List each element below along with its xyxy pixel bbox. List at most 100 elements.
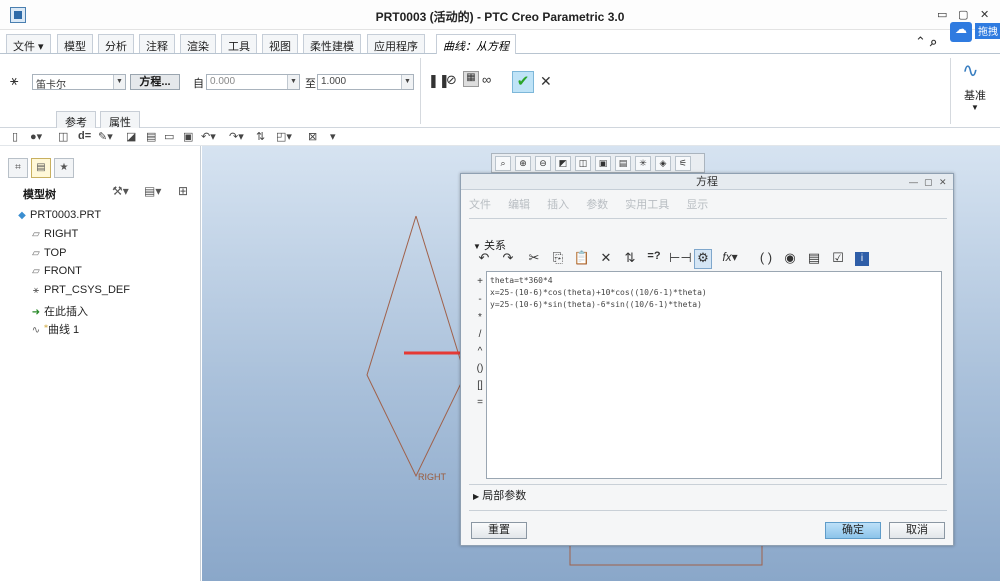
tools-icon[interactable]: ⚒▾ bbox=[112, 184, 129, 198]
favorites-tab[interactable]: ★ bbox=[54, 158, 74, 178]
box-icon[interactable]: ◫ bbox=[58, 130, 68, 143]
menu-parameters[interactable]: 参数 bbox=[586, 199, 608, 211]
dimension-icon[interactable]: d= bbox=[78, 130, 91, 142]
grid-icon[interactable]: ▤ bbox=[146, 130, 156, 143]
equation-button[interactable]: 方程... bbox=[130, 74, 180, 90]
dialog-close-button[interactable]: ✕ bbox=[939, 174, 947, 190]
copy-icon[interactable]: ⎘ bbox=[549, 250, 567, 266]
datum-label[interactable]: 基准 bbox=[964, 87, 986, 103]
local-params-section-header[interactable]: ▶ 局部参数 bbox=[473, 487, 526, 503]
coordinate-system-select[interactable]: 笛卡尔 ▼ bbox=[32, 74, 126, 91]
dialog-maximize-button[interactable]: ▢ bbox=[924, 174, 933, 190]
menu-show[interactable]: 显示 bbox=[686, 199, 708, 211]
operator-brackets[interactable]: [] bbox=[473, 380, 487, 391]
minimize-button[interactable]: ▭ bbox=[937, 8, 947, 21]
tree-item-csys[interactable]: ⚹ PRT_CSYS_DEF bbox=[28, 284, 130, 300]
checklist-icon[interactable]: ☑ bbox=[829, 250, 847, 266]
glasses-icon[interactable]: ∞ bbox=[482, 72, 491, 87]
cancel-button[interactable]: 取消 bbox=[889, 522, 945, 539]
save-icon[interactable]: ▣ bbox=[183, 130, 193, 143]
dialog-title-bar[interactable]: 方程 — ▢ ✕ bbox=[461, 174, 953, 190]
menu-file[interactable]: 文件 bbox=[469, 199, 491, 211]
tab-annotate[interactable]: 注释 bbox=[139, 34, 175, 53]
verify-icon[interactable]: ▦ bbox=[463, 71, 479, 87]
tab-curve-from-equation[interactable]: 曲线：从方程 bbox=[436, 34, 516, 55]
saved-views-icon[interactable]: ▣ bbox=[595, 156, 611, 171]
subtab-properties[interactable]: 属性 bbox=[100, 111, 140, 129]
function-icon[interactable]: fx▾ bbox=[721, 250, 739, 264]
tab-file[interactable]: 文件 ▾ bbox=[6, 34, 51, 53]
tab-applications[interactable]: 应用程序 bbox=[367, 34, 425, 53]
repaint-icon[interactable]: ◩ bbox=[555, 156, 571, 171]
open-icon[interactable]: ▭ bbox=[164, 130, 174, 143]
ok-button[interactable]: 确定 bbox=[825, 522, 881, 539]
tree-item-right[interactable]: ▱ RIGHT bbox=[28, 228, 78, 244]
table-icon[interactable]: ▤ bbox=[805, 250, 823, 266]
operator-plus[interactable]: + bbox=[473, 276, 487, 287]
new-file-icon[interactable]: ▯ bbox=[12, 130, 18, 143]
units-icon[interactable]: ⊢⊣ bbox=[669, 250, 692, 266]
refit-icon[interactable]: ⌕ bbox=[495, 156, 511, 171]
redo-icon[interactable]: ↷ bbox=[499, 250, 517, 266]
operator-power[interactable]: ^ bbox=[473, 346, 487, 357]
undo-icon[interactable]: ↶ bbox=[475, 250, 493, 266]
filter-icon[interactable]: ⊞ bbox=[178, 184, 188, 198]
reset-button[interactable]: 重置 bbox=[471, 522, 527, 539]
zoom-out-icon[interactable]: ⊖ bbox=[535, 156, 551, 171]
menu-utilities[interactable]: 实用工具 bbox=[625, 199, 669, 211]
paste-icon[interactable]: 📋 bbox=[573, 250, 591, 266]
evaluate-icon[interactable]: =? bbox=[645, 250, 663, 262]
restore-button[interactable]: ▢ bbox=[958, 8, 968, 21]
to-value-input[interactable]: 1.000 ▼ bbox=[317, 74, 414, 90]
relations-editor[interactable]: theta=t*360*4 x=25-(10-6)*cos(theta)+10*… bbox=[486, 271, 942, 479]
datum-curve-icon[interactable]: ∿ bbox=[962, 58, 979, 83]
appearance-icon[interactable]: ●▾ bbox=[30, 130, 42, 143]
tree-item-part[interactable]: ◆ PRT0003.PRT bbox=[14, 209, 101, 225]
undo-icon[interactable]: ↶▾ bbox=[201, 130, 216, 143]
view-manager-icon[interactable]: ▤ bbox=[615, 156, 631, 171]
regenerate-icon[interactable]: ⇅ bbox=[256, 130, 265, 143]
windows-icon[interactable]: ◰▾ bbox=[276, 130, 292, 143]
model-tree-tab[interactable]: ⌗ bbox=[8, 158, 28, 178]
from-value-input[interactable]: 0.000 ▼ bbox=[206, 74, 300, 90]
model-display-icon[interactable]: ◪ bbox=[126, 130, 136, 143]
pen-icon[interactable]: ✎▾ bbox=[98, 130, 113, 143]
customize-toolbar-icon[interactable]: ▾ bbox=[330, 130, 336, 143]
tab-view[interactable]: 视图 bbox=[262, 34, 298, 53]
operator-divide[interactable]: / bbox=[473, 329, 487, 340]
tab-analysis[interactable]: 分析 bbox=[98, 34, 134, 53]
delete-icon[interactable]: ✕ bbox=[597, 250, 615, 266]
tree-item-insert-here[interactable]: ➜ 在此插入 bbox=[28, 303, 88, 319]
tab-render[interactable]: 渲染 bbox=[180, 34, 216, 53]
search-icon[interactable]: ⌕ bbox=[930, 34, 937, 50]
cancel-feature-button[interactable]: ✕ bbox=[540, 73, 552, 90]
menu-insert[interactable]: 插入 bbox=[547, 199, 569, 211]
spin-center-icon[interactable]: ✳ bbox=[635, 156, 651, 171]
no-preview-icon[interactable]: ⊘ bbox=[446, 72, 457, 88]
dialog-minimize-button[interactable]: — bbox=[909, 174, 918, 190]
info-icon[interactable]: i bbox=[855, 252, 869, 266]
verify-relations-icon[interactable]: ⚙ bbox=[694, 249, 712, 269]
zoom-in-icon[interactable]: ⊕ bbox=[515, 156, 531, 171]
menu-edit[interactable]: 编辑 bbox=[508, 199, 530, 211]
perspective-icon[interactable]: ◈ bbox=[655, 156, 671, 171]
folder-tab[interactable]: ▤ bbox=[31, 158, 51, 178]
redo-icon[interactable]: ↷▾ bbox=[229, 130, 244, 143]
brackets-icon[interactable]: ( ) bbox=[757, 250, 775, 265]
tree-item-front[interactable]: ▱ FRONT bbox=[28, 265, 82, 281]
tab-tools[interactable]: 工具 bbox=[221, 34, 257, 53]
sort-relations-icon[interactable]: ⇅ bbox=[621, 250, 639, 266]
settings-icon[interactable]: ▤▾ bbox=[144, 184, 161, 198]
close-window-button[interactable]: ✕ bbox=[980, 8, 989, 21]
tree-item-top[interactable]: ▱ TOP bbox=[28, 247, 66, 263]
close-icon[interactable]: ⊠ bbox=[308, 130, 317, 143]
tree-item-curve[interactable]: ∿ ⁎曲线 1 bbox=[28, 321, 79, 337]
operator-minus[interactable]: - bbox=[473, 294, 487, 305]
datum-dropdown-icon[interactable]: ▼ bbox=[971, 103, 979, 112]
operator-multiply[interactable]: * bbox=[473, 312, 487, 323]
confirm-check-button[interactable]: ✔ bbox=[512, 71, 534, 93]
insert-parameter-icon[interactable]: ◉ bbox=[781, 250, 799, 266]
datum-display-icon[interactable]: ⚟ bbox=[675, 156, 691, 171]
tab-flexible-modeling[interactable]: 柔性建模 bbox=[303, 34, 361, 53]
collapse-ribbon-icon[interactable]: ⌃ bbox=[915, 34, 926, 50]
